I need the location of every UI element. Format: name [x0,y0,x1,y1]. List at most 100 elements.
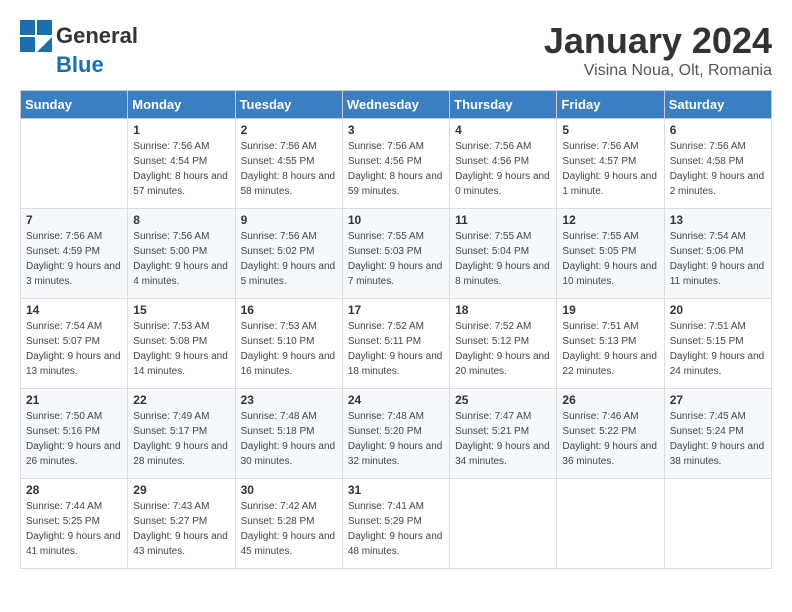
day-info: Sunrise: 7:43 AMSunset: 5:27 PMDaylight:… [133,499,229,559]
day-info: Sunrise: 7:56 AMSunset: 4:56 PMDaylight:… [348,139,444,199]
day-number: 18 [455,303,551,317]
day-number: 8 [133,213,229,227]
day-number: 1 [133,123,229,137]
calendar-cell: 6 Sunrise: 7:56 AMSunset: 4:58 PMDaylight… [664,119,771,209]
day-number: 30 [241,483,337,497]
day-info: Sunrise: 7:56 AMSunset: 4:55 PMDaylight:… [241,139,337,199]
calendar-cell: 11 Sunrise: 7:55 AMSunset: 5:04 PMDayligh… [450,209,557,299]
day-info: Sunrise: 7:56 AMSunset: 4:57 PMDaylight:… [562,139,658,199]
calendar-cell: 16Sunrise: 7:53 AMSunset: 5:10 PMDayligh… [235,299,342,389]
calendar-cell: 24 Sunrise: 7:48 AMSunset: 5:20 PMDayligh… [342,389,449,479]
month-title: January 2024 [544,20,772,62]
calendar-cell: 14Sunrise: 7:54 AMSunset: 5:07 PMDayligh… [21,299,128,389]
calendar-cell: 19 Sunrise: 7:51 AMSunset: 5:13 PMDayligh… [557,299,664,389]
day-info: Sunrise: 7:56 AMSunset: 4:58 PMDaylight:… [670,139,766,199]
calendar-cell: 31Sunrise: 7:41 AMSunset: 5:29 PMDayligh… [342,479,449,569]
day-header-friday: Friday [557,91,664,119]
day-info: Sunrise: 7:55 AMSunset: 5:03 PMDaylight:… [348,229,444,289]
day-header-row: SundayMondayTuesdayWednesdayThursdayFrid… [21,91,772,119]
title-area: January 2024 Visina Noua, Olt, Romania [544,20,772,80]
day-header-sunday: Sunday [21,91,128,119]
calendar-cell [557,479,664,569]
logo-text: General [56,23,138,49]
day-info: Sunrise: 7:48 AMSunset: 5:18 PMDaylight:… [241,409,337,469]
calendar-cell: 23 Sunrise: 7:48 AMSunset: 5:18 PMDayligh… [235,389,342,479]
day-info: Sunrise: 7:55 AMSunset: 5:05 PMDaylight:… [562,229,658,289]
calendar-week-row: 28 Sunrise: 7:44 AMSunset: 5:25 PMDayligh… [21,479,772,569]
day-info: Sunrise: 7:56 AMSunset: 5:00 PMDaylight:… [133,229,229,289]
location-subtitle: Visina Noua, Olt, Romania [544,62,772,80]
day-header-thursday: Thursday [450,91,557,119]
day-info: Sunrise: 7:55 AMSunset: 5:04 PMDaylight:… [455,229,551,289]
page-header: General Blue January 2024 Visina Noua, O… [20,20,772,80]
day-info: Sunrise: 7:50 AMSunset: 5:16 PMDaylight:… [26,409,122,469]
day-info: Sunrise: 7:52 AMSunset: 5:12 PMDaylight:… [455,319,551,379]
day-number: 25 [455,393,551,407]
day-number: 29 [133,483,229,497]
day-number: 17 [348,303,444,317]
calendar-cell: 12 Sunrise: 7:55 AMSunset: 5:05 PMDayligh… [557,209,664,299]
calendar-cell: 22 Sunrise: 7:49 AMSunset: 5:17 PMDayligh… [128,389,235,479]
day-info: Sunrise: 7:56 AMSunset: 5:02 PMDaylight:… [241,229,337,289]
calendar-cell: 20Sunrise: 7:51 AMSunset: 5:15 PMDayligh… [664,299,771,389]
day-info: Sunrise: 7:47 AMSunset: 5:21 PMDaylight:… [455,409,551,469]
calendar-cell: 7 Sunrise: 7:56 AMSunset: 4:59 PMDaylight… [21,209,128,299]
calendar-week-row: 21 Sunrise: 7:50 AMSunset: 5:16 PMDayligh… [21,389,772,479]
calendar-cell: 3Sunrise: 7:56 AMSunset: 4:56 PMDaylight… [342,119,449,209]
calendar-cell: 10 Sunrise: 7:55 AMSunset: 5:03 PMDayligh… [342,209,449,299]
day-info: Sunrise: 7:51 AMSunset: 5:13 PMDaylight:… [562,319,658,379]
day-header-monday: Monday [128,91,235,119]
logo: General Blue [20,20,138,78]
calendar-cell: 25 Sunrise: 7:47 AMSunset: 5:21 PMDayligh… [450,389,557,479]
calendar-cell: 18 Sunrise: 7:52 AMSunset: 5:12 PMDayligh… [450,299,557,389]
day-number: 19 [562,303,658,317]
calendar-cell: 28 Sunrise: 7:44 AMSunset: 5:25 PMDayligh… [21,479,128,569]
calendar-cell: 17 Sunrise: 7:52 AMSunset: 5:11 PMDayligh… [342,299,449,389]
day-number: 7 [26,213,122,227]
day-info: Sunrise: 7:45 AMSunset: 5:24 PMDaylight:… [670,409,766,469]
day-info: Sunrise: 7:48 AMSunset: 5:20 PMDaylight:… [348,409,444,469]
day-number: 15 [133,303,229,317]
calendar-table: SundayMondayTuesdayWednesdayThursdayFrid… [20,90,772,569]
day-info: Sunrise: 7:49 AMSunset: 5:17 PMDaylight:… [133,409,229,469]
calendar-cell: 21 Sunrise: 7:50 AMSunset: 5:16 PMDayligh… [21,389,128,479]
day-info: Sunrise: 7:42 AMSunset: 5:28 PMDaylight:… [241,499,337,559]
day-number: 12 [562,213,658,227]
calendar-cell: 4 Sunrise: 7:56 AMSunset: 4:56 PMDaylight… [450,119,557,209]
calendar-cell: 8 Sunrise: 7:56 AMSunset: 5:00 PMDaylight… [128,209,235,299]
day-info: Sunrise: 7:56 AMSunset: 4:56 PMDaylight:… [455,139,551,199]
day-info: Sunrise: 7:41 AMSunset: 5:29 PMDaylight:… [348,499,444,559]
day-number: 24 [348,393,444,407]
calendar-cell: 26Sunrise: 7:46 AMSunset: 5:22 PMDayligh… [557,389,664,479]
day-number: 5 [562,123,658,137]
day-info: Sunrise: 7:56 AMSunset: 4:59 PMDaylight:… [26,229,122,289]
day-info: Sunrise: 7:52 AMSunset: 5:11 PMDaylight:… [348,319,444,379]
day-number: 23 [241,393,337,407]
calendar-cell: 15 Sunrise: 7:53 AMSunset: 5:08 PMDayligh… [128,299,235,389]
day-number: 22 [133,393,229,407]
day-number: 20 [670,303,766,317]
day-number: 2 [241,123,337,137]
day-number: 27 [670,393,766,407]
calendar-cell: 29 Sunrise: 7:43 AMSunset: 5:27 PMDayligh… [128,479,235,569]
calendar-cell: 9 Sunrise: 7:56 AMSunset: 5:02 PMDaylight… [235,209,342,299]
day-number: 9 [241,213,337,227]
day-number: 11 [455,213,551,227]
calendar-week-row: 7 Sunrise: 7:56 AMSunset: 4:59 PMDaylight… [21,209,772,299]
day-info: Sunrise: 7:44 AMSunset: 5:25 PMDaylight:… [26,499,122,559]
day-number: 10 [348,213,444,227]
day-number: 4 [455,123,551,137]
day-header-wednesday: Wednesday [342,91,449,119]
day-info: Sunrise: 7:53 AMSunset: 5:08 PMDaylight:… [133,319,229,379]
day-info: Sunrise: 7:53 AMSunset: 5:10 PMDaylight:… [241,319,337,379]
calendar-cell [21,119,128,209]
day-number: 21 [26,393,122,407]
day-number: 28 [26,483,122,497]
day-number: 14 [26,303,122,317]
day-info: Sunrise: 7:54 AMSunset: 5:06 PMDaylight:… [670,229,766,289]
day-number: 13 [670,213,766,227]
calendar-cell: 2 Sunrise: 7:56 AMSunset: 4:55 PMDaylight… [235,119,342,209]
day-number: 26 [562,393,658,407]
calendar-cell: 1Sunrise: 7:56 AMSunset: 4:54 PMDaylight… [128,119,235,209]
day-number: 6 [670,123,766,137]
